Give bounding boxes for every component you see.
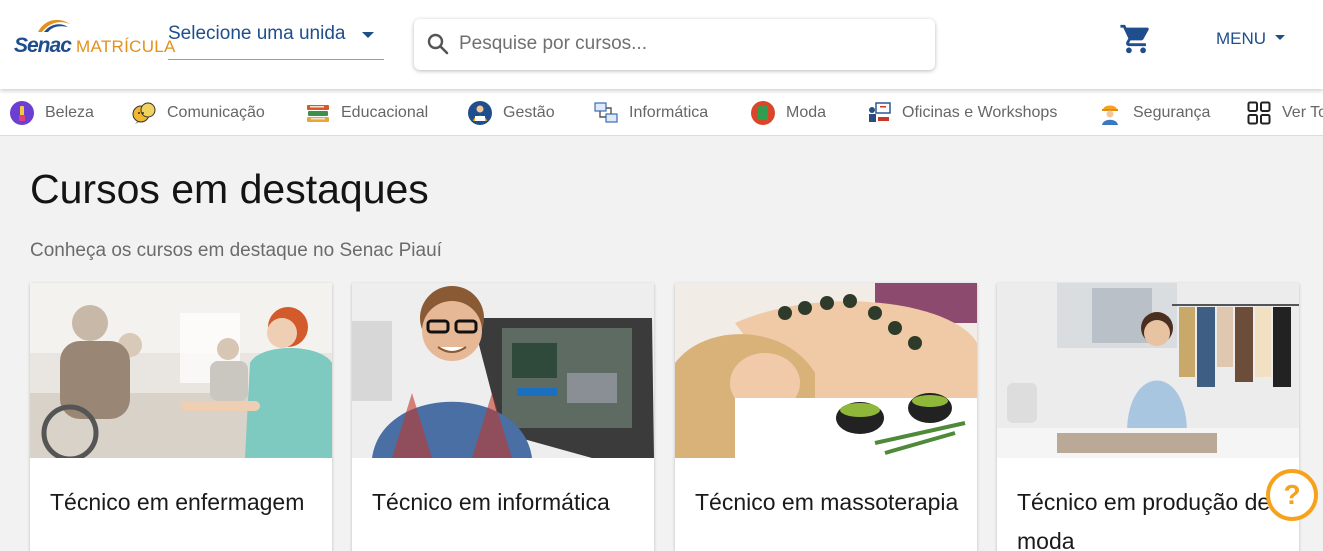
category-label: Beleza [45, 104, 94, 121]
category-beleza[interactable]: Beleza [10, 101, 94, 125]
category-comunicacao[interactable]: Comunicação [132, 101, 265, 125]
category-label: Oficinas e Workshops [902, 104, 1058, 121]
logo-swoosh-icon [38, 19, 70, 32]
category-educacional[interactable]: Educacional [306, 101, 428, 125]
category-label: Informática [629, 104, 709, 121]
beauty-icon [10, 101, 34, 125]
category-ver-todos[interactable]: Ver Todos [1247, 101, 1323, 125]
search-input[interactable] [459, 29, 919, 59]
category-label: Comunicação [167, 104, 265, 121]
course-title: Técnico em massoterapia [695, 489, 959, 515]
unit-select[interactable]: Selecione uma unida [168, 22, 384, 60]
communication-icon [132, 102, 156, 124]
course-card-informatica[interactable]: Técnico em informática [352, 283, 654, 551]
grid-icon [1247, 101, 1271, 125]
section-title: Cursos em destaques [30, 166, 429, 212]
caret-down-icon [1275, 35, 1286, 41]
caret-down-icon [362, 32, 374, 38]
menu-button[interactable]: MENU [1216, 29, 1286, 51]
category-label: Gestão [503, 104, 555, 121]
category-label: Educacional [341, 104, 429, 121]
shopping-cart-icon[interactable] [1119, 22, 1153, 56]
help-question-icon: ? [1283, 479, 1301, 510]
fashion-icon [751, 101, 775, 125]
unit-select-value: Selecione uma unida [168, 23, 346, 44]
safety-worker-icon [1102, 105, 1118, 125]
top-header: Senac MATRÍCULA Selecione uma unida MENU [0, 0, 1323, 89]
senac-matricula-logo[interactable]: Senac MATRÍCULA [14, 18, 184, 60]
category-label: Ver Todos [1282, 104, 1323, 121]
section-subtitle: Conheça os cursos em destaque no Senac P… [30, 240, 442, 261]
category-moda[interactable]: Moda [751, 101, 826, 125]
technician-repairing-computer-photo [352, 283, 654, 458]
category-seguranca[interactable]: Segurança [1098, 101, 1210, 125]
category-oficinas-workshops[interactable]: Oficinas e Workshops [867, 101, 1057, 125]
management-icon [468, 101, 492, 125]
fashion-studio-photo [997, 283, 1299, 458]
category-gestao[interactable]: Gestão [468, 101, 555, 125]
search-box[interactable] [414, 19, 935, 70]
course-title: Técnico em produção de moda [1017, 489, 1271, 551]
menu-label: MENU [1216, 29, 1267, 48]
massage-therapy-photo [675, 283, 977, 458]
search-icon [427, 33, 449, 55]
computer-network-icon [594, 102, 618, 123]
category-bar: Beleza Comunicação Educacional Gestão In… [0, 89, 1323, 136]
course-card-enfermagem[interactable]: Técnico em enfermagem [30, 283, 332, 551]
category-label: Moda [786, 104, 827, 121]
course-title: Técnico em informática [372, 489, 610, 515]
logo-brand-text: Senac [14, 34, 72, 57]
books-icon [307, 105, 329, 122]
course-title: Técnico em enfermagem [50, 489, 305, 515]
course-card-producao-moda[interactable]: Técnico em produção de moda [997, 283, 1299, 551]
course-card-massoterapia[interactable]: Técnico em massoterapia [675, 283, 977, 551]
category-label: Segurança [1133, 104, 1211, 121]
help-button[interactable]: ? [1266, 469, 1318, 521]
workshop-icon [869, 102, 891, 122]
nurse-with-elderly-patient-photo [30, 283, 332, 458]
logo-product-text: MATRÍCULA [76, 37, 176, 56]
category-informatica[interactable]: Informática [594, 101, 708, 125]
